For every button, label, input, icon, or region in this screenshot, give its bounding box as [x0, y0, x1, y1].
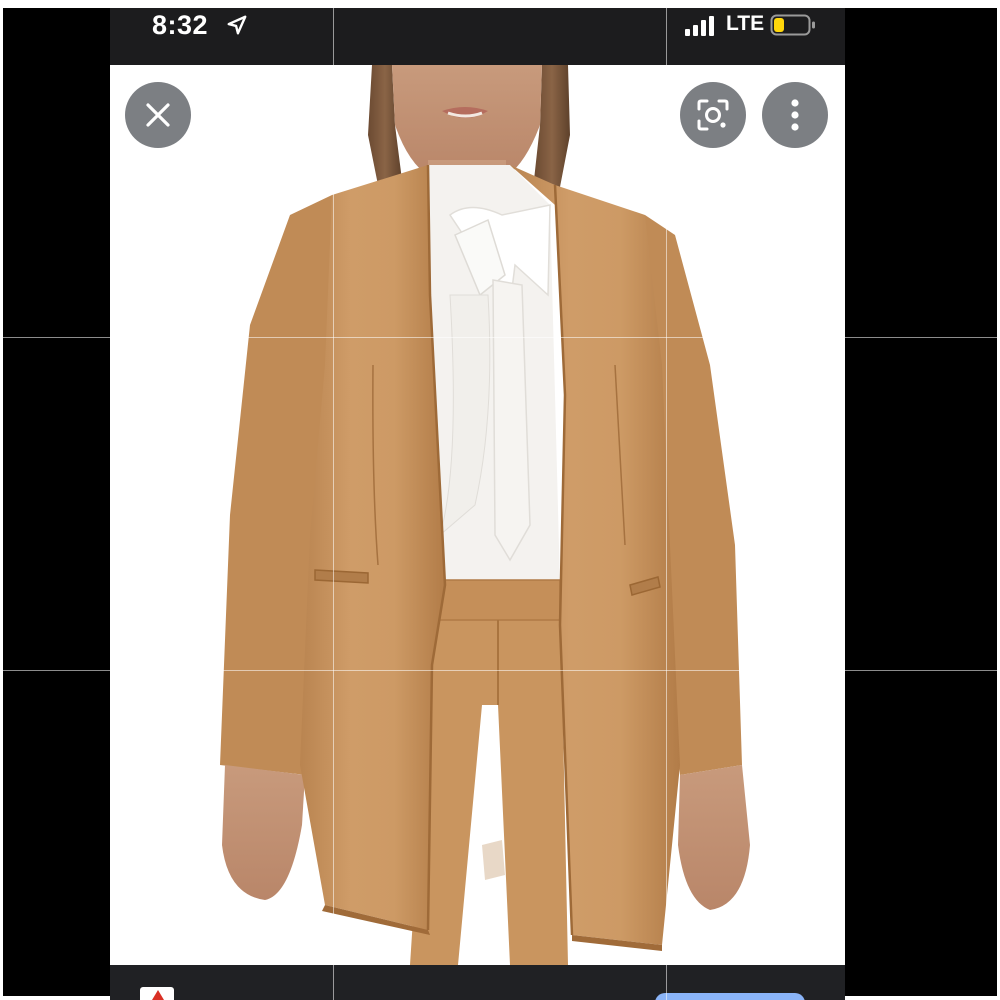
- more-options-button[interactable]: [762, 82, 828, 148]
- site-favicon-icon[interactable]: [140, 987, 174, 1000]
- screenshot-frame: 8:32 LTE: [0, 0, 1000, 1000]
- cellular-signal-icon: [685, 16, 714, 36]
- lens-search-button[interactable]: [680, 82, 746, 148]
- favicon-mark: [152, 990, 164, 1000]
- visit-button[interactable]: [655, 993, 805, 1000]
- close-icon: [146, 103, 170, 127]
- network-type-label: LTE: [726, 12, 765, 35]
- location-arrow-icon: [227, 15, 247, 35]
- bottom-info-bar: [110, 965, 845, 1000]
- lens-search-icon: [697, 99, 729, 131]
- product-photo: [110, 65, 845, 965]
- phone-screen: 8:32 LTE: [110, 8, 845, 1000]
- close-button[interactable]: [125, 82, 191, 148]
- image-viewer[interactable]: [110, 65, 845, 965]
- frame-border-top: [0, 0, 1000, 8]
- more-vertical-icon: [791, 99, 799, 131]
- battery-low-icon: [770, 14, 815, 36]
- status-bar: 8:32 LTE: [110, 8, 845, 65]
- status-time: 8:32: [152, 10, 209, 40]
- frame-border-left: [0, 0, 3, 1000]
